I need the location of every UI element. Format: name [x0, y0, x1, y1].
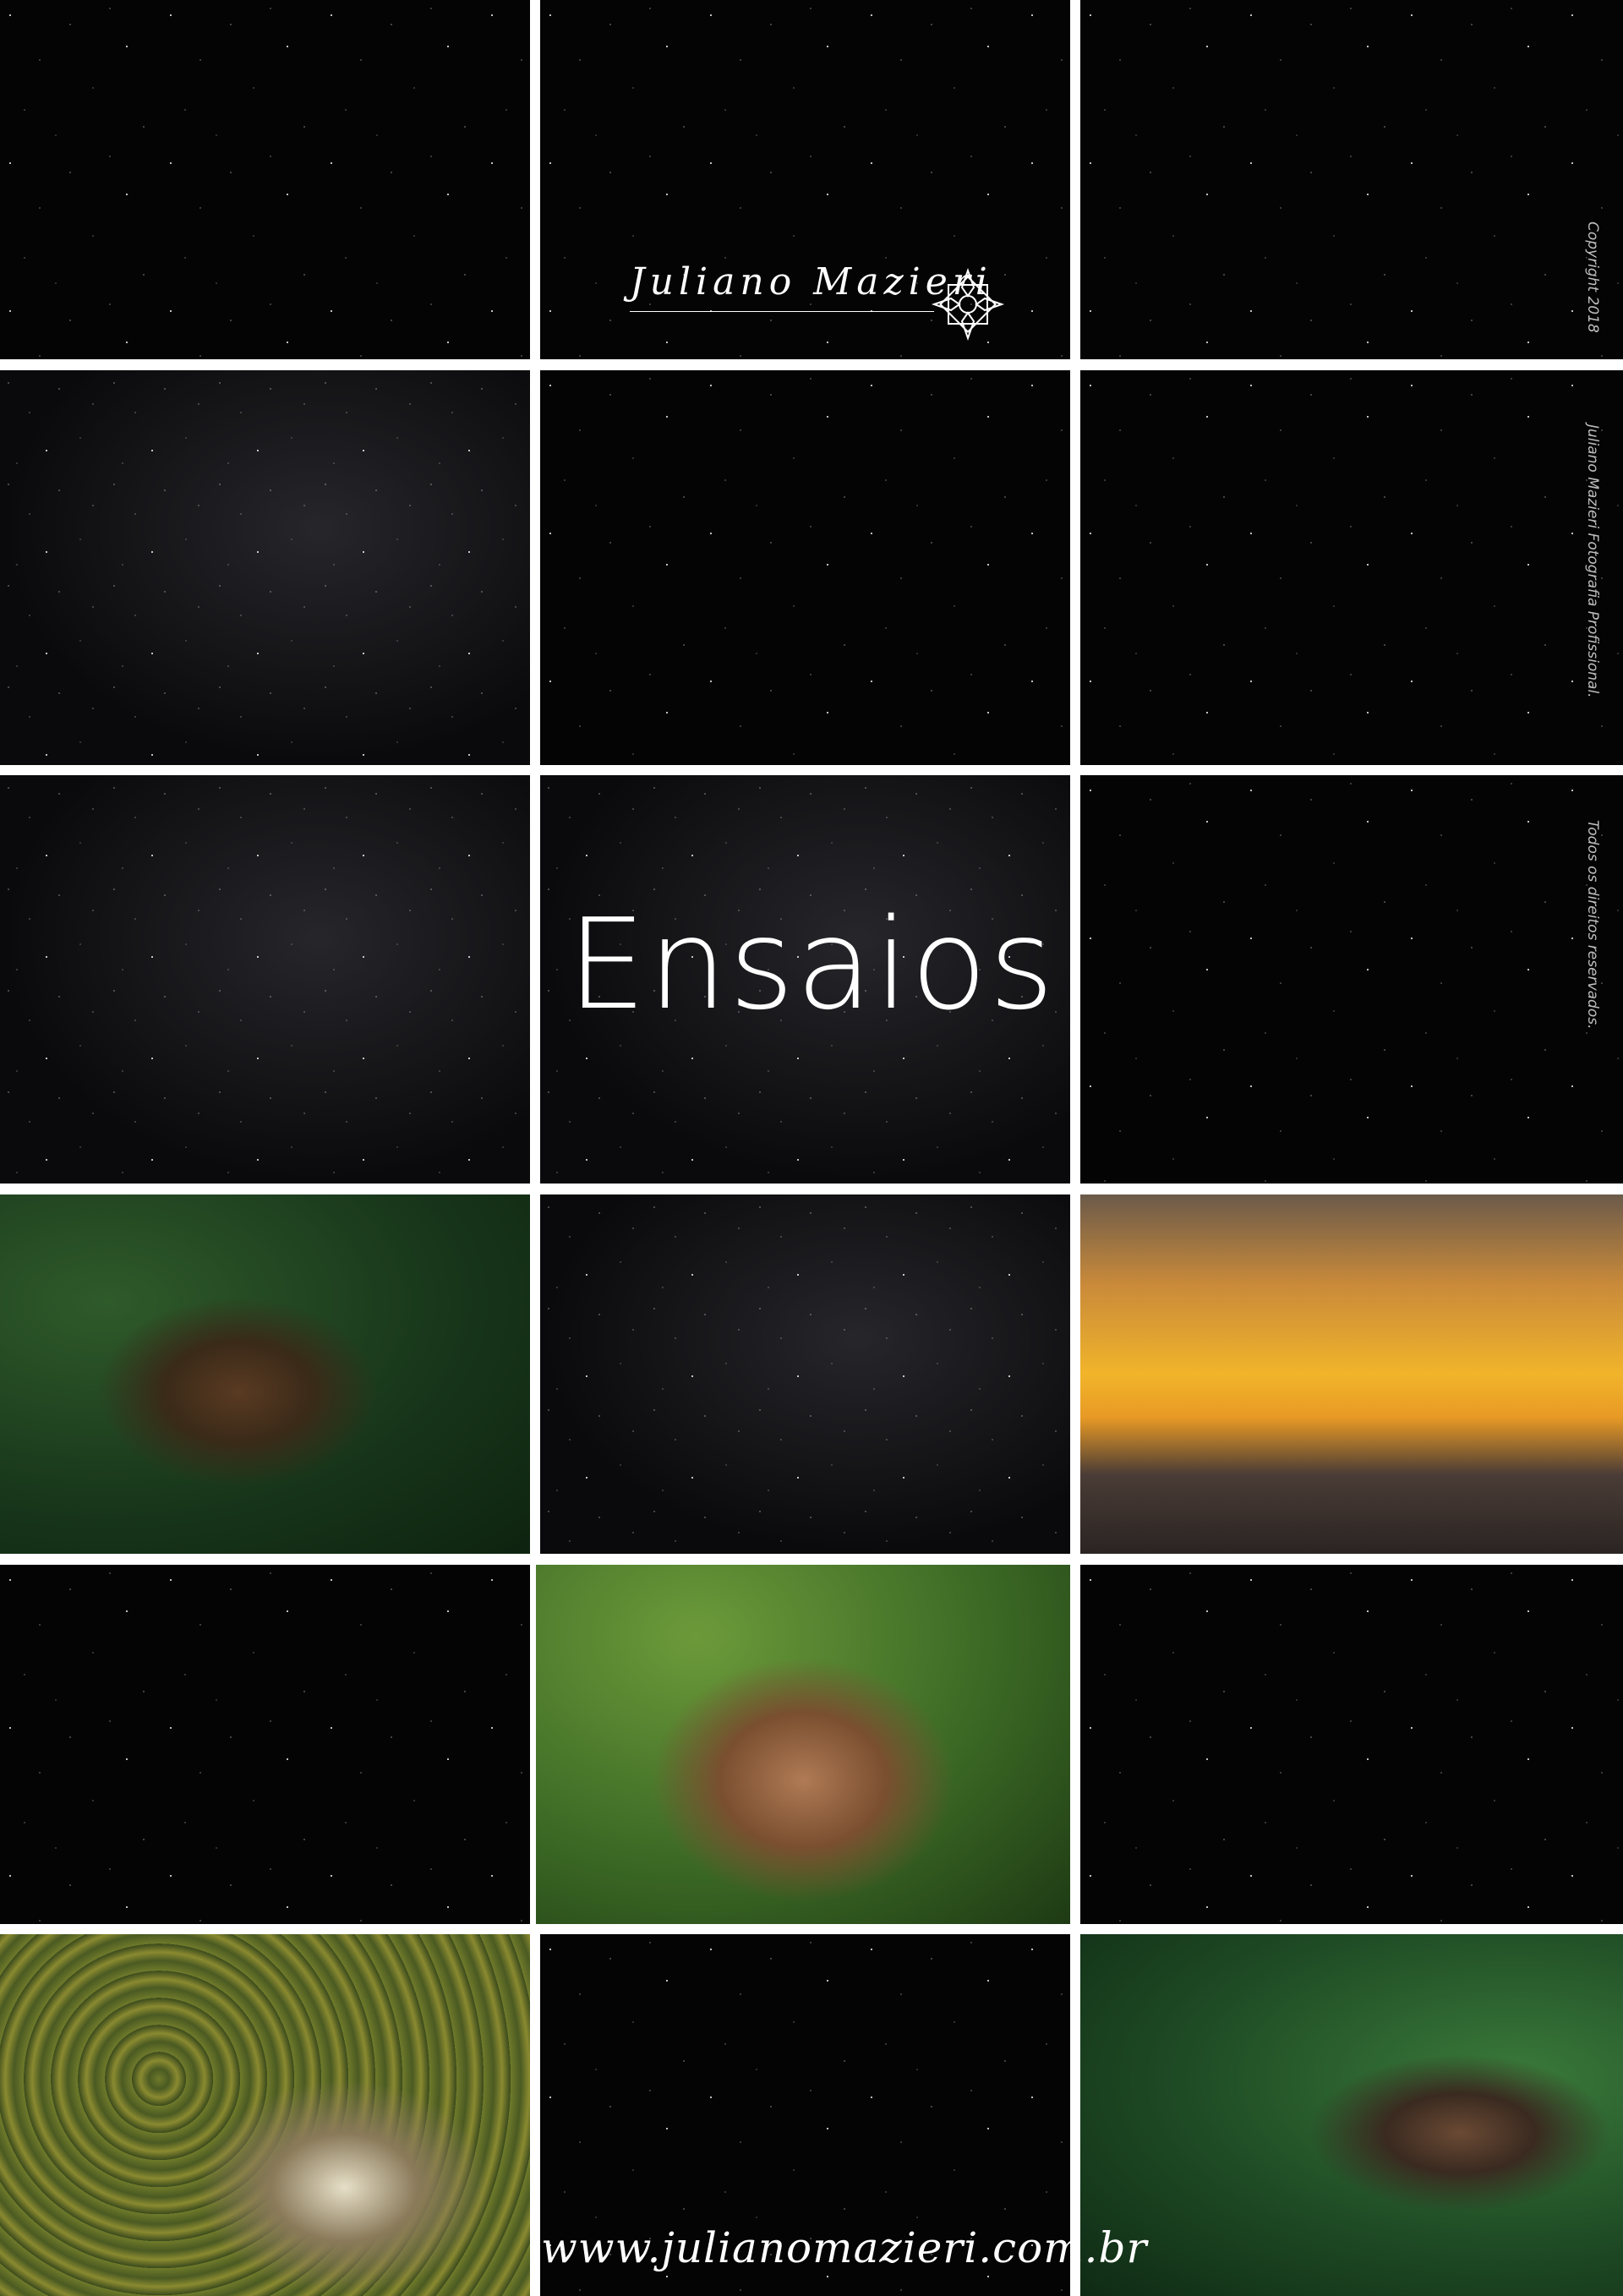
flower-emblem-icon	[931, 267, 1005, 342]
portrait-photo-forest	[0, 1194, 530, 1554]
starfield-tile	[0, 1565, 530, 1924]
copyright-text: Copyright 2018	[1584, 221, 1601, 333]
portrait-photo-moss-wall	[0, 1934, 530, 2296]
starfield-tile	[0, 775, 530, 1184]
starfield-tile	[1080, 0, 1623, 359]
portrait-photo-leaves	[1080, 1934, 1623, 2296]
portrait-photo-sunset	[1080, 1194, 1623, 1554]
logo-underline	[630, 311, 934, 312]
brand-logo: Juliano Mazieri	[630, 245, 1005, 355]
logo-signature: Juliano Mazieri	[630, 260, 992, 303]
website-url[interactable]: www.julianomazieri.com.br	[541, 2223, 1146, 2272]
starfield-tile	[1080, 1565, 1623, 1924]
portrait-photo-flower-crown	[536, 1565, 1070, 1924]
starfield-tile	[540, 370, 1070, 765]
starfield-tile	[540, 1194, 1070, 1554]
page-title: Ensaios	[567, 892, 1056, 1037]
starfield-tile	[0, 0, 530, 359]
starfield-tile	[1080, 370, 1623, 765]
starfield-tile	[1080, 775, 1623, 1184]
rights-text: Todos os direitos reservados.	[1584, 820, 1601, 1030]
starfield-tile	[0, 370, 530, 765]
company-text: Juliano Mazieri Fotografia Profissional.	[1584, 424, 1601, 698]
